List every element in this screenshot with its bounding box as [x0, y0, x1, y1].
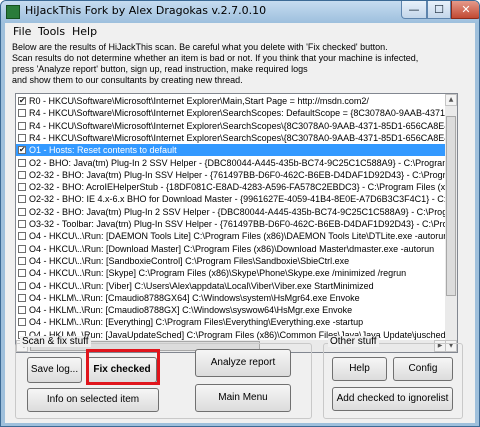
checkbox-icon[interactable] — [18, 281, 26, 290]
help-button[interactable]: Help — [332, 357, 387, 381]
save-log-button[interactable]: Save log... — [27, 357, 82, 383]
result-row-text: O4 - HKLM\..\Run: [Everything] C:\Progra… — [29, 317, 364, 328]
result-row-text: O1 - Hosts: Reset contents to default — [29, 145, 177, 156]
menu-file[interactable]: File — [13, 25, 31, 38]
checked-checkbox-icon[interactable]: ✔ — [18, 97, 26, 105]
result-row-text: O2-32 - BHO: Java(tm) Plug-In SSV Helper… — [29, 169, 446, 180]
checkbox-icon[interactable] — [18, 109, 26, 118]
checkbox-icon[interactable] — [18, 318, 26, 327]
result-row[interactable]: O3-32 - Toolbar: Java(tm) Plug-In SSV He… — [16, 218, 446, 230]
result-row[interactable]: O4 - HKLM\..\Run: [Cmaudio8788GX64] C:\W… — [16, 292, 446, 304]
checkbox-icon[interactable] — [18, 195, 26, 204]
result-row[interactable]: O2-32 - BHO: IE 4.x-6.x BHO for Download… — [16, 193, 446, 205]
result-row[interactable]: O2-32 - BHO: Java(tm) Plug-In 2 SSV Help… — [16, 206, 446, 218]
result-row[interactable]: O2-32 - BHO: AcroIEHelperStub - {18DF081… — [16, 181, 446, 193]
result-row-text: R4 - HKCU\Software\Microsoft\Internet Ex… — [29, 120, 446, 131]
checkbox-icon[interactable] — [18, 293, 26, 302]
menu-help[interactable]: Help — [72, 25, 97, 38]
app-icon — [6, 5, 20, 19]
result-row[interactable]: ✔ R0 - HKCU\Software\Microsoft\Internet E… — [16, 95, 446, 107]
fix-checked-highlight-frame — [86, 349, 160, 385]
result-row[interactable]: R4 - HKCU\Software\Microsoft\Internet Ex… — [16, 132, 446, 144]
result-row-text: O2 - BHO: Java(tm) Plug-In 2 SSV Helper … — [29, 157, 446, 168]
result-row[interactable]: ✔ O1 - Hosts: Reset contents to default — [16, 144, 446, 157]
info-selected-button[interactable]: Info on selected item — [27, 388, 159, 412]
result-row-text: R4 - HKCU\Software\Microsoft\Internet Ex… — [29, 132, 446, 143]
checkbox-icon[interactable] — [18, 232, 26, 241]
result-row-text: O4 - HKLM\..\Run: [JavaUpdateSched] C:\P… — [29, 329, 446, 340]
description-line: press 'Analyze report' button, sign up, … — [12, 64, 308, 74]
description-text: Below are the results of HiJackThis scan… — [12, 42, 418, 86]
result-row-text: R0 - HKCU\Software\Microsoft\Internet Ex… — [29, 96, 369, 106]
result-row-text: O4 - HKLM\..\Run: [Cmaudio8788GX64] C:\W… — [29, 292, 360, 303]
result-row-text: R4 - HKCU\Software\Microsoft\Internet Ex… — [29, 108, 446, 119]
result-row[interactable]: R4 - HKCU\Software\Microsoft\Internet Ex… — [16, 107, 446, 119]
checkbox-icon[interactable] — [18, 207, 26, 216]
main-menu-button[interactable]: Main Menu — [195, 384, 291, 412]
client-area: File Tools Help Below are the results of… — [5, 23, 475, 423]
result-row[interactable]: O4 - HKCU\..\Run: [Skype] C:\Program Fil… — [16, 267, 446, 279]
vertical-scrollbar[interactable]: ▲ ▼ — [445, 94, 457, 352]
checkbox-icon[interactable] — [18, 170, 26, 179]
result-row-text: O4 - HKLM\..\Run: [Cmaudio8788GX] C:\Win… — [29, 305, 353, 316]
menu-tools[interactable]: Tools — [38, 25, 65, 38]
window-title: HiJackThis Fork by Alex Dragokas v.2.7.0… — [25, 4, 267, 17]
add-to-ignorelist-button[interactable]: Add checked to ignorelist — [332, 387, 453, 411]
checkbox-icon[interactable] — [18, 121, 26, 130]
config-button[interactable]: Config — [393, 357, 453, 381]
result-row-text: O4 - HKCU\..\Run: [Download Master] C:\P… — [29, 243, 435, 254]
checkbox-icon[interactable] — [18, 133, 26, 142]
result-row-text: O2-32 - BHO: Java(tm) Plug-In 2 SSV Help… — [29, 206, 446, 217]
result-row[interactable]: O4 - HKLM\..\Run: [Cmaudio8788GX] C:\Win… — [16, 304, 446, 316]
result-row-text: O4 - HKCU\..\Run: [SandboxieControl] C:\… — [29, 255, 350, 266]
result-row[interactable]: O2-32 - BHO: Java(tm) Plug-In SSV Helper… — [16, 169, 446, 181]
scan-fix-group-label: Scan & fix stuff — [20, 336, 91, 347]
checkbox-icon[interactable] — [18, 183, 26, 192]
description-line: and show them to our consultants by crea… — [12, 75, 243, 85]
checked-checkbox-icon[interactable]: ✔ — [18, 146, 26, 155]
minimize-button[interactable]: — — [401, 1, 427, 19]
description-line: Scan results do not determine whether an… — [12, 53, 419, 63]
scan-results-list[interactable]: O4 - HKLM\..\Run: [JavaUpdateSched] C:\P… — [15, 93, 458, 353]
description-line: Below are the results of HiJackThis scan… — [12, 42, 388, 52]
vertical-scroll-thumb[interactable] — [446, 116, 456, 296]
checkbox-icon[interactable] — [18, 306, 26, 315]
result-row-text: O4 - HKCU\..\Run: [Viber] C:\Users\Alex\… — [29, 280, 374, 291]
analyze-report-button[interactable]: Analyze report — [195, 349, 291, 377]
result-row-text: O2-32 - BHO: IE 4.x-6.x BHO for Download… — [29, 194, 446, 205]
result-row[interactable]: O4 - HKCU\..\Run: [DAEMON Tools Lite] C:… — [16, 230, 446, 242]
result-row-text: O4 - HKCU\..\Run: [DAEMON Tools Lite] C:… — [29, 231, 446, 242]
maximize-button[interactable]: ☐ — [427, 1, 451, 19]
checkbox-icon[interactable] — [18, 220, 26, 228]
result-row-text: O3-32 - Toolbar: Java(tm) Plug-In SSV He… — [29, 219, 446, 229]
app-window: HiJackThis Fork by Alex Dragokas v.2.7.0… — [0, 0, 480, 427]
checkbox-icon[interactable] — [18, 269, 26, 278]
result-row[interactable]: O2 - BHO: Java(tm) Plug-In 2 SSV Helper … — [16, 157, 446, 169]
result-row[interactable]: R4 - HKCU\Software\Microsoft\Internet Ex… — [16, 120, 446, 132]
result-row-text: O4 - HKCU\..\Run: [Skype] C:\Program Fil… — [29, 268, 407, 279]
other-stuff-group-label: Other stuff — [328, 336, 379, 347]
checkbox-icon[interactable] — [18, 158, 26, 167]
result-row[interactable]: O4 - HKCU\..\Run: [SandboxieControl] C:\… — [16, 255, 446, 267]
close-button[interactable]: ✕ — [451, 1, 479, 19]
result-row-text: O2-32 - BHO: AcroIEHelperStub - {18DF081… — [29, 182, 446, 193]
menu-bar: File Tools Help — [5, 23, 475, 41]
checkbox-icon[interactable] — [18, 256, 26, 265]
checkbox-icon[interactable] — [18, 244, 26, 253]
result-row[interactable]: O4 - HKCU\..\Run: [Viber] C:\Users\Alex\… — [16, 280, 446, 292]
result-row[interactable]: O4 - HKLM\..\Run: [Everything] C:\Progra… — [16, 316, 446, 328]
result-row[interactable]: O4 - HKCU\..\Run: [Download Master] C:\P… — [16, 243, 446, 255]
title-bar[interactable]: HiJackThis Fork by Alex Dragokas v.2.7.0… — [1, 1, 479, 23]
scroll-up-arrow-icon[interactable]: ▲ — [445, 94, 457, 106]
